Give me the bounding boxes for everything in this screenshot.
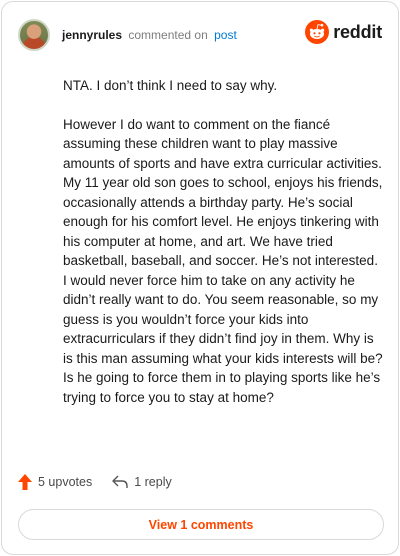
comment-paragraph: However I do want to comment on the fian… [63, 116, 383, 405]
action-text: commented on [128, 28, 208, 42]
upvote-arrow-icon [18, 474, 32, 490]
comment-body: NTA. I don’t think I need to say why. Ho… [63, 76, 385, 426]
user-avatar[interactable] [18, 19, 50, 51]
comment-header: jennyrules commented on post reddit [18, 18, 382, 52]
comment-card: jennyrules commented on post reddit NTA.… [1, 1, 399, 555]
upvotes-count: 5 upvotes [38, 475, 93, 489]
post-link[interactable]: post [214, 28, 237, 42]
replies-count: 1 reply [134, 475, 172, 489]
comment-paragraph: NTA. I don’t think I need to say why. [63, 78, 278, 93]
brand-logo[interactable]: reddit [305, 20, 382, 44]
reply-icon [112, 475, 128, 488]
view-comments-button[interactable]: View 1 comments [18, 509, 384, 540]
reply-button[interactable]: 1 reply [112, 475, 172, 489]
brand-name: reddit [333, 21, 382, 42]
upvote-button[interactable]: 5 upvotes [18, 474, 92, 490]
username[interactable]: jennyrules [62, 28, 122, 42]
reddit-logo-icon [305, 20, 330, 44]
comment-meta: jennyrules commented on post [62, 27, 237, 43]
comment-actions: 5 upvotes 1 reply [18, 474, 172, 490]
